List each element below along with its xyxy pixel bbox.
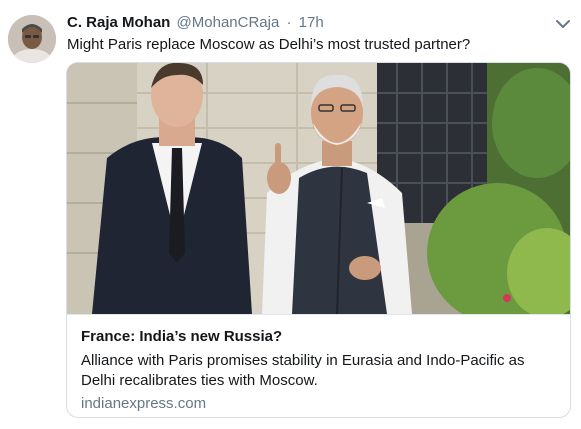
avatar-photo — [8, 15, 56, 63]
author-handle[interactable]: @MohanCRaja — [177, 14, 280, 31]
card-domain[interactable]: indianexpress.com — [81, 394, 556, 414]
card-description: Alliance with Paris promises stability i… — [81, 352, 525, 389]
card-image[interactable] — [67, 63, 570, 323]
link-card[interactable]: France: India’s new Russia? Alliance wit… — [66, 62, 571, 418]
avatar[interactable] — [8, 15, 56, 63]
author-name[interactable]: C. Raja Mohan — [67, 14, 170, 31]
card-title[interactable]: France: India’s new Russia? — [81, 327, 556, 347]
tweet-text: Might Paris replace Moscow as Delhi’s mo… — [67, 36, 471, 53]
tweet-header: C. Raja Mohan @MohanCRaja · 17h — [67, 13, 324, 33]
chevron-down-icon[interactable] — [554, 15, 572, 33]
tweet[interactable]: C. Raja Mohan @MohanCRaja · 17h Might Pa… — [0, 0, 581, 429]
separator-dot: · — [286, 14, 292, 31]
card-body[interactable]: France: India’s new Russia? Alliance wit… — [67, 314, 570, 414]
tweet-timestamp[interactable]: 17h — [299, 14, 324, 31]
